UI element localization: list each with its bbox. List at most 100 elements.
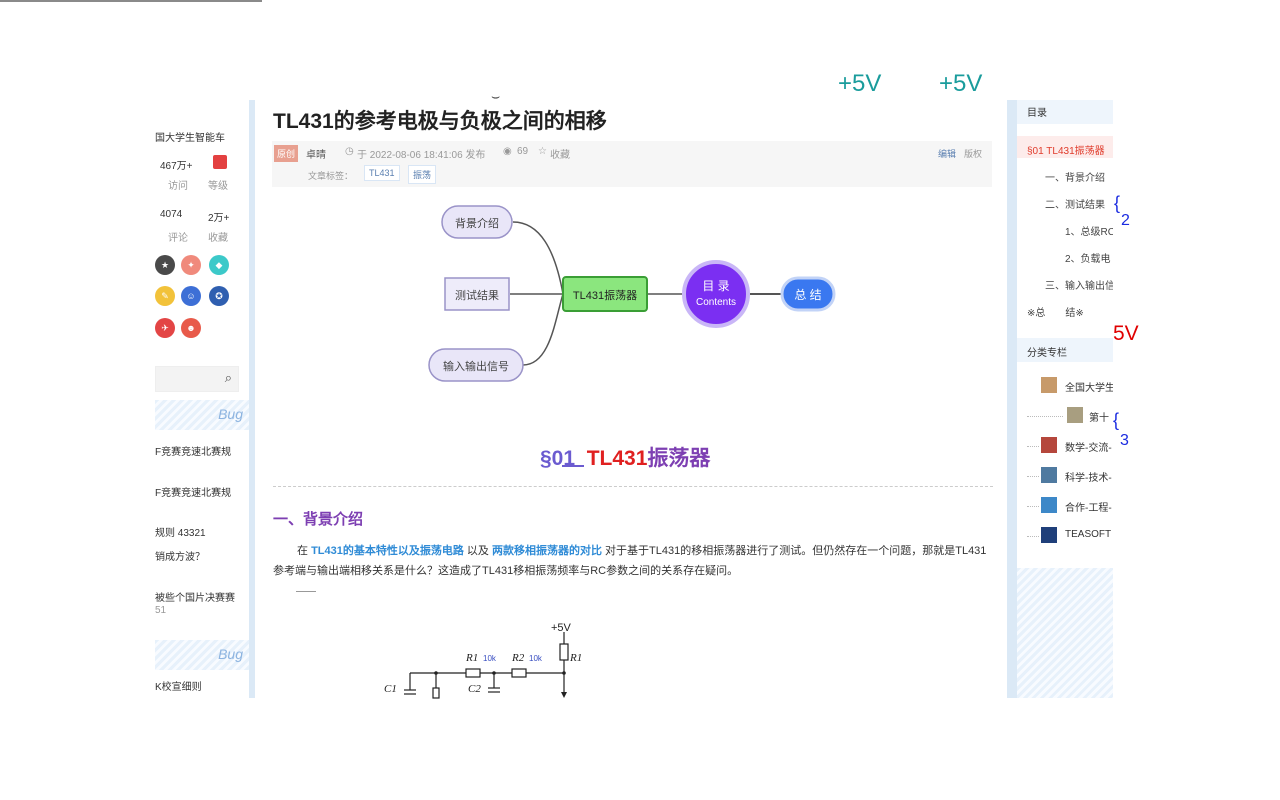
tag-chip[interactable]: 振荡	[408, 165, 437, 184]
clock-icon: ◷	[345, 146, 354, 157]
original-badge: 原创	[274, 145, 299, 162]
stat-label: 评论	[168, 233, 188, 244]
collect-button[interactable]: 收藏	[550, 146, 570, 161]
column-thumbnail	[1041, 467, 1057, 483]
dotted-line	[1027, 476, 1039, 477]
medal-icon[interactable]: ☺	[181, 286, 201, 306]
circuit-label: C2	[468, 683, 481, 695]
mindmap-toc-node: 目 录	[702, 279, 730, 293]
article-link[interactable]: TL431的基本特性以及振荡电路	[311, 545, 464, 557]
brace-icon: {	[1114, 193, 1121, 213]
toc-item[interactable]: 二、测试结果	[1045, 196, 1105, 211]
circuit-label: R1	[570, 652, 583, 664]
article-title: TL431的参考电极与负极之间的相移	[273, 110, 607, 133]
mindmap-node: 输入输出信号	[443, 361, 509, 373]
column-link[interactable]: 合作-工程-	[1065, 499, 1112, 514]
left-sidebar: 国大学生智能车 467万+ 访问 等级 4074 评论 2万+ 收藏 ★ ✦ ◆…	[155, 100, 249, 698]
quote-dash	[296, 591, 316, 592]
stat-label: 等级	[208, 181, 228, 192]
toc-item[interactable]: 2、负载电	[1065, 250, 1111, 265]
medal-icon[interactable]: ✎	[155, 286, 175, 306]
section-title-purple: 振荡器	[647, 447, 711, 470]
medal-icon[interactable]: ★	[155, 255, 175, 275]
column-thumbnail	[1041, 437, 1057, 453]
dotted-line	[1027, 446, 1039, 447]
view-count: 69	[517, 146, 529, 157]
columns-header: 分类专栏	[1017, 338, 1113, 362]
tags-label: 文章标签：	[308, 171, 354, 181]
medal-icon[interactable]: ✦	[181, 255, 201, 275]
stat-value: 2万+	[208, 213, 230, 224]
column-link[interactable]: 科学-技术-	[1065, 469, 1112, 484]
toc-title: 目录	[1027, 108, 1047, 119]
paragraph: 在 TL431的基本特性以及振荡电路 以及 两款移相振荡器的对比 对于基于TL4…	[273, 545, 987, 577]
underline	[562, 465, 584, 467]
dotted-line	[1027, 416, 1063, 417]
article-link[interactable]: ，，，，	[155, 692, 180, 698]
article-link[interactable]: 两款移相振荡器的对比	[492, 545, 602, 557]
column-thumbnail	[1067, 407, 1083, 423]
toc-item[interactable]: 1、总级RC	[1065, 223, 1113, 238]
circuit-value: 10k	[483, 654, 496, 663]
column-thumbnail	[1041, 377, 1057, 393]
dotted-line	[1027, 536, 1039, 537]
right-divider	[1007, 100, 1017, 698]
section-banner: Bug	[155, 400, 249, 430]
medal-icon[interactable]: ◆	[209, 255, 229, 275]
circuit-value: 10k	[529, 654, 542, 663]
toc-item[interactable]: 一、背景介绍	[1045, 169, 1105, 184]
toc-item[interactable]: 三、输入输出信	[1045, 277, 1113, 292]
brace-icon: {	[1113, 410, 1120, 430]
column-link[interactable]: 第十	[1089, 409, 1109, 424]
stat-label: 访问	[168, 181, 188, 192]
article-link[interactable]: K校宣细则	[155, 678, 202, 693]
author-link[interactable]: 卓晴	[306, 146, 326, 161]
search-input[interactable]: ⌕	[155, 366, 239, 392]
toc-header: 目录	[1017, 100, 1113, 124]
circuit-label: R1	[466, 652, 479, 664]
column-thumbnail	[1041, 527, 1057, 543]
overlay-5v-label: +5V	[939, 70, 983, 97]
medal-icon[interactable]: ✈	[155, 318, 175, 338]
circuit-vcc-label: +5V	[551, 622, 571, 634]
stat-value: 467万+	[160, 161, 193, 172]
mindmap-node: 背景介绍	[455, 218, 499, 230]
sidebar-pattern	[1017, 568, 1113, 698]
right-sidebar: 目录 §01 TL431振荡器 一、背景介绍 二、测试结果 1、总级RC 2、负…	[1017, 100, 1113, 698]
hot-article-link[interactable]: F竞赛竞速北赛规	[155, 443, 231, 458]
publish-date: 于 2022-08-06 18:41:06 发布	[357, 150, 486, 161]
hot-article-link[interactable]: 规则 43321	[155, 524, 206, 539]
column-link[interactable]: 全国大学生	[1065, 379, 1113, 394]
medal-icon[interactable]: ☻	[181, 318, 201, 338]
article-container	[255, 100, 1007, 698]
hot-article-link[interactable]: F竞赛竞速北赛规	[155, 484, 231, 499]
toc-item[interactable]: ※总 结※	[1027, 304, 1084, 319]
copyright-link[interactable]: 版权	[964, 147, 982, 160]
subsection-heading: 一、背景介绍	[273, 511, 364, 528]
edit-link[interactable]: 编辑	[938, 147, 956, 160]
medal-icon[interactable]: ✪	[209, 286, 229, 306]
stat-value: 4074	[160, 209, 183, 220]
overlay-digit: 2	[1121, 212, 1130, 229]
circuit-label: C1	[384, 683, 397, 695]
toc-item-active[interactable]: §01 TL431振荡器	[1027, 142, 1105, 157]
dotted-line	[1027, 506, 1039, 507]
mindmap-node: 测试结果	[455, 290, 499, 302]
star-icon[interactable]: ☆	[538, 146, 547, 157]
hot-article-link[interactable]: 销成方波？	[155, 548, 205, 563]
column-link[interactable]: TEASOFT	[1065, 529, 1111, 540]
tag-chip[interactable]: TL431	[364, 165, 400, 181]
read-count: 51	[155, 605, 167, 616]
level-icon	[213, 155, 227, 169]
overlay-5v-label: 5V	[1113, 322, 1139, 345]
circuit-label: R2	[512, 652, 525, 664]
blogger-name[interactable]: 国大学生智能车	[155, 129, 225, 144]
search-icon[interactable]: ⌕	[225, 370, 232, 386]
overlay-digit: 3	[1120, 432, 1129, 449]
mindmap-toc-sub: Contents	[695, 297, 737, 308]
hot-article-link[interactable]: 被些个国片决赛赛	[155, 589, 235, 604]
column-link[interactable]: 数学-交流-	[1065, 439, 1112, 454]
mindmap-center-node: TL431振荡器	[572, 290, 638, 302]
column-thumbnail	[1041, 497, 1057, 513]
article-meta: 原创 卓晴 ◷ 于 2022-08-06 18:41:06 发布 ◉ 69 ☆ …	[272, 141, 992, 187]
